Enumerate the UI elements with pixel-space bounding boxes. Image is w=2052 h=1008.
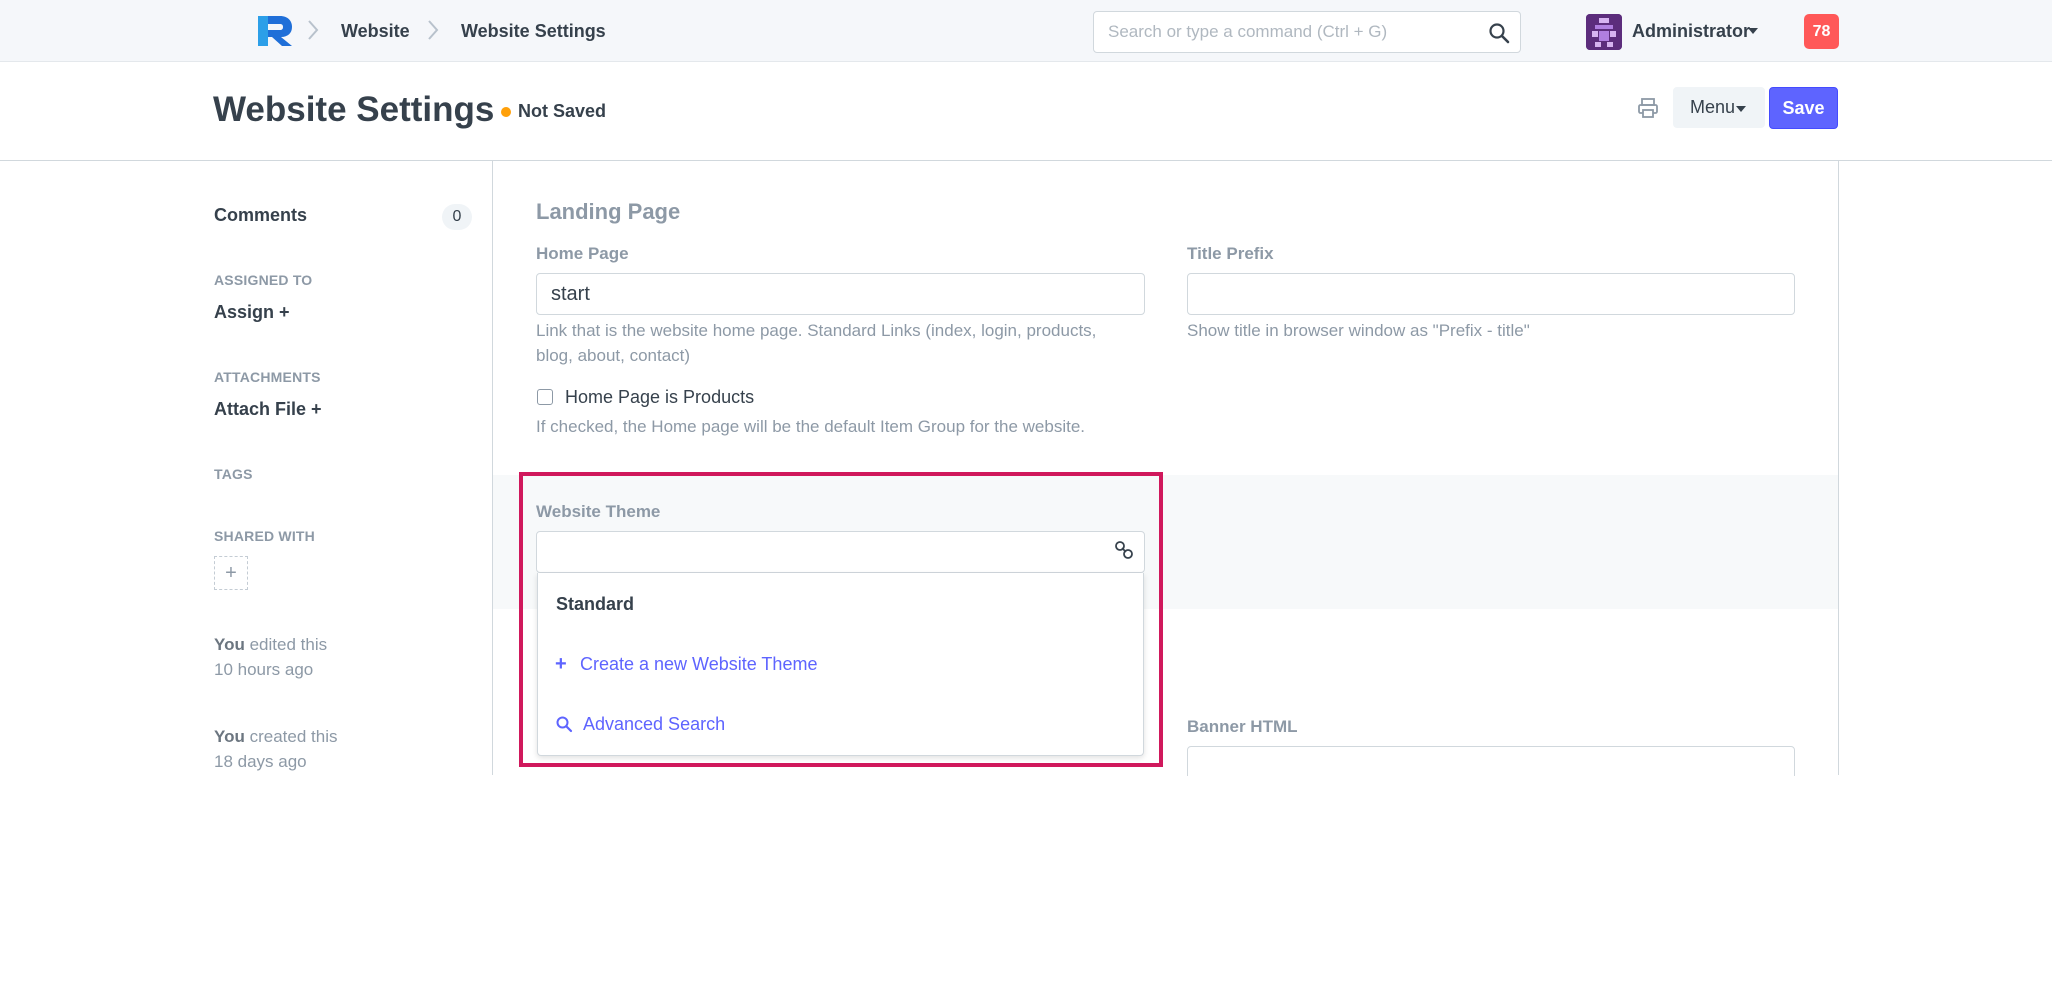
caret-down-icon[interactable] [1748, 28, 1758, 34]
caret-down-icon[interactable] [1736, 106, 1746, 112]
timeline-user: You [214, 635, 245, 654]
home-page-input[interactable] [536, 273, 1145, 315]
home-page-help: Link that is the website home page. Stan… [536, 321, 1097, 365]
comments-count-badge: 0 [442, 204, 472, 230]
chevron-right-icon [308, 20, 319, 40]
title-prefix-label: Title Prefix [1187, 244, 1274, 263]
page-title: Website Settings [213, 90, 495, 129]
title-prefix-help: Show title in browser window as "Prefix … [1187, 321, 1530, 340]
timeline-item: You created this 18 days ago [214, 724, 337, 774]
user-menu[interactable]: Administrator [1632, 21, 1750, 42]
attach-file-label: Attach File [214, 399, 307, 419]
blank-area [0, 776, 2052, 1008]
divider [0, 160, 2052, 161]
status-badge: Not Saved [518, 101, 607, 121]
plus-icon: + [279, 302, 290, 322]
print-icon[interactable] [1637, 97, 1659, 119]
shared-with-label: SHARED WITH [214, 528, 315, 544]
title-prefix-input[interactable] [1187, 273, 1795, 315]
avatar[interactable] [1586, 14, 1622, 50]
breadcrumb-website[interactable]: Website [341, 21, 410, 42]
navbar: Website Website Settings Administrator 7… [0, 0, 2052, 62]
section-title: Landing Page [536, 199, 681, 224]
timeline-time: 18 days ago [214, 752, 307, 771]
menu-button[interactable]: Menu [1673, 87, 1765, 128]
chevron-right-icon [428, 20, 439, 40]
home-page-is-products-help: If checked, the Home page will be the de… [536, 417, 1086, 436]
app-logo-icon[interactable] [254, 12, 296, 48]
assign-link[interactable]: Assign + [214, 302, 290, 323]
form-border [492, 161, 493, 775]
home-page-is-products-checkbox[interactable] [537, 389, 553, 405]
status-indicator-dot [501, 107, 511, 117]
awesomebar [1093, 11, 1521, 53]
search-input[interactable] [1108, 12, 1478, 52]
timeline-action: created this [249, 727, 338, 746]
save-button[interactable]: Save [1769, 87, 1838, 129]
timeline-time: 10 hours ago [214, 660, 314, 679]
attachments-label: ATTACHMENTS [214, 369, 321, 385]
highlight-box [519, 472, 1163, 767]
avatar-image [1586, 14, 1622, 50]
banner-html-label: Banner HTML [1187, 717, 1298, 736]
notification-badge[interactable]: 78 [1804, 14, 1839, 49]
timeline-user: You [214, 727, 245, 746]
home-page-label: Home Page [536, 244, 629, 263]
home-page-is-products-label[interactable]: Home Page is Products [565, 387, 754, 408]
timeline-item: You edited this 10 hours ago [214, 632, 327, 682]
form-border [1838, 161, 1839, 775]
plus-icon: + [225, 562, 237, 584]
breadcrumb-website-settings[interactable]: Website Settings [461, 21, 606, 42]
assigned-to-label: ASSIGNED TO [214, 272, 313, 288]
timeline-action: edited this [249, 635, 328, 654]
plus-icon: + [311, 399, 322, 419]
tags-label: TAGS [214, 466, 253, 482]
comments-link[interactable]: Comments [214, 205, 307, 226]
search-icon[interactable] [1488, 22, 1510, 44]
attach-file-link[interactable]: Attach File + [214, 399, 322, 420]
assign-label: Assign [214, 302, 275, 322]
share-add-button[interactable]: + [214, 556, 248, 590]
